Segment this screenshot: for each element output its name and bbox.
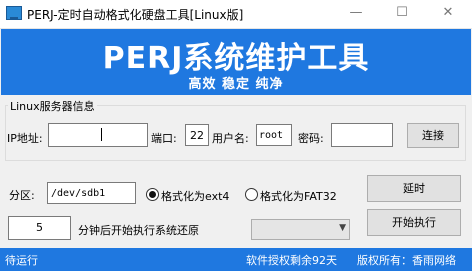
- delay-button[interactable]: 延时: [367, 175, 461, 202]
- title-bar: PERJ-定时自动格式化硬盘工具[Linux版] — ☐ ✕: [0, 0, 472, 29]
- banner-subtitle: 高效 稳定 纯净: [188, 77, 284, 92]
- chevron-down-icon: ▼: [339, 223, 346, 233]
- status-text: 待运行: [5, 254, 38, 267]
- partition-label: 分区:: [9, 189, 35, 202]
- start-execute-button[interactable]: 开始执行: [367, 209, 461, 236]
- ext4-radio-label[interactable]: 格式化为ext4: [161, 188, 229, 204]
- app-icon: [6, 6, 22, 20]
- minimize-button[interactable]: —: [344, 2, 368, 24]
- option-dropdown[interactable]: ▼: [251, 219, 350, 240]
- ip-label: IP地址:: [7, 132, 43, 145]
- username-label: 用户名:: [212, 132, 249, 145]
- window-title: PERJ-定时自动格式化硬盘工具[Linux版]: [27, 8, 244, 22]
- password-label: 密码:: [298, 132, 324, 145]
- fat32-radio[interactable]: [245, 188, 258, 201]
- partition-input[interactable]: /dev/sdb1: [47, 182, 136, 204]
- username-input[interactable]: root: [256, 124, 292, 146]
- header-banner: PERJ系统维护工具 高效 稳定 纯净: [1, 29, 471, 95]
- copyright-text: 版权所有：香雨网络: [357, 254, 456, 267]
- server-info-group-label: Linux服务器信息: [8, 98, 97, 114]
- maximize-button[interactable]: ☐: [390, 2, 414, 24]
- minutes-label: 分钟后开始执行系统还原: [78, 224, 199, 237]
- status-bar: 待运行 软件授权剩余92天 版权所有：香雨网络: [0, 248, 472, 271]
- password-input[interactable]: [331, 123, 393, 147]
- banner-title: PERJ系统维护工具: [102, 41, 370, 76]
- minutes-input[interactable]: 5: [8, 216, 71, 240]
- fat32-radio-label[interactable]: 格式化为FAT32: [260, 188, 337, 204]
- connect-button[interactable]: 连接: [407, 123, 459, 148]
- port-label: 端口:: [151, 132, 177, 145]
- ip-address-input[interactable]: [48, 123, 148, 147]
- close-button[interactable]: ✕: [436, 2, 460, 24]
- ext4-radio[interactable]: [146, 188, 159, 201]
- port-input[interactable]: 22: [185, 124, 209, 146]
- text-caret: [101, 128, 102, 141]
- license-text: 软件授权剩余92天: [246, 254, 337, 267]
